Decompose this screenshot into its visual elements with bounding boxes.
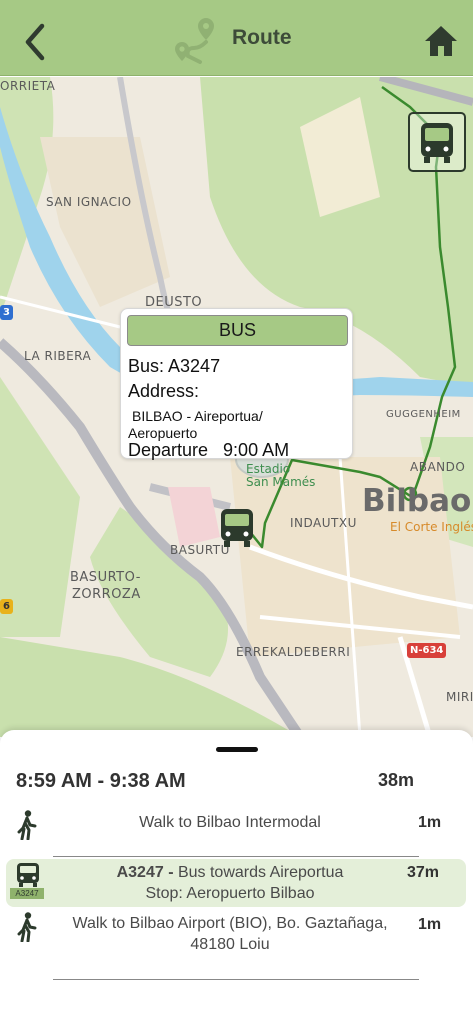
road-shield: 6 xyxy=(0,599,13,614)
bus-icon xyxy=(421,123,453,163)
bus-line-badge: A3247 xyxy=(10,888,44,899)
home-button[interactable] xyxy=(424,24,458,58)
road-shield: N-634 xyxy=(407,643,447,658)
map-label: GUGGENHEIM xyxy=(386,409,461,420)
divider xyxy=(53,979,419,980)
walking-icon xyxy=(16,912,38,947)
bus-info-callout[interactable]: BUS Bus: A3247 Address: BILBAO - Airepor… xyxy=(120,308,353,460)
map-label: ZORROZA xyxy=(72,587,141,602)
origin-bus-stop[interactable] xyxy=(214,503,260,551)
map-label: Bilbao xyxy=(362,483,472,519)
route-details-sheet[interactable]: 8:59 AM - 9:38 AM 38m Walk to Bilbao Int… xyxy=(0,730,473,1024)
map-label: ORRIETA xyxy=(0,79,56,93)
step-bus-direction: Bus towards Aireportua xyxy=(173,864,344,881)
step-description: A3247 - Bus towards Aireportua Stop: Aer… xyxy=(60,862,400,904)
step-duration: 1m xyxy=(418,814,442,831)
home-icon xyxy=(425,26,457,56)
divider xyxy=(53,856,419,857)
chevron-left-icon xyxy=(25,23,45,61)
map-label: San Mamés xyxy=(246,475,316,489)
page-title: Route xyxy=(232,26,292,49)
map-label: MIRI xyxy=(446,690,473,704)
callout-header: BUS xyxy=(127,315,348,346)
road-shield: 3 xyxy=(0,305,13,320)
map-label: LA RIBERA xyxy=(24,349,92,363)
step-bus-stop: Stop: Aeropuerto Bilbao xyxy=(145,885,315,902)
header-bar: Route xyxy=(0,0,473,76)
bus-icon xyxy=(221,509,253,547)
step-duration: 37m xyxy=(407,864,440,881)
step-bus-line: A3247 - Bus towards Aireportua xyxy=(60,862,400,883)
callout-address-label: Address: xyxy=(128,381,200,401)
map-label: El Corte Inglés xyxy=(390,520,473,534)
route-pin-icon xyxy=(168,14,220,66)
map-label: Estadio xyxy=(246,462,291,476)
destination-bus-stop[interactable] xyxy=(408,112,466,172)
step-description: Walk to Bilbao Airport (BIO), Bo. Gaztañ… xyxy=(50,913,410,955)
step-bus-number: A3247 - xyxy=(116,864,174,881)
walking-icon xyxy=(16,810,38,845)
map-label: BASURTO- xyxy=(70,570,141,585)
back-button[interactable] xyxy=(18,22,54,62)
trip-total-duration: 38m xyxy=(378,770,415,790)
step-text-line: 48180 Loiu xyxy=(190,936,270,953)
map-label: INDAUTXU xyxy=(290,516,357,530)
callout-departure: Departure 9:00 AM xyxy=(128,440,290,460)
map-label: ERREKALDEBERRI xyxy=(236,645,351,659)
callout-bus-line: Bus: A3247 xyxy=(128,356,221,376)
trip-time-range: 8:59 AM - 9:38 AM xyxy=(16,770,186,792)
step-duration: 1m xyxy=(418,916,442,933)
callout-address-line: BILBAO - Aireportua/ xyxy=(132,408,263,424)
step-description: Walk to Bilbao Intermodal xyxy=(139,814,321,831)
map-label: ABANDO xyxy=(410,460,466,474)
step-text-line: Walk to Bilbao Airport (BIO), Bo. Gaztañ… xyxy=(72,915,388,932)
sheet-grabber[interactable] xyxy=(216,747,258,752)
callout-address-value: BILBAO - Aireportua/ Aeropuerto xyxy=(128,408,328,442)
map-label: SAN IGNACIO xyxy=(46,195,132,209)
route-map[interactable]: ORRIETA SAN IGNACIO DEUSTO LA RIBERA GUG… xyxy=(0,77,473,737)
